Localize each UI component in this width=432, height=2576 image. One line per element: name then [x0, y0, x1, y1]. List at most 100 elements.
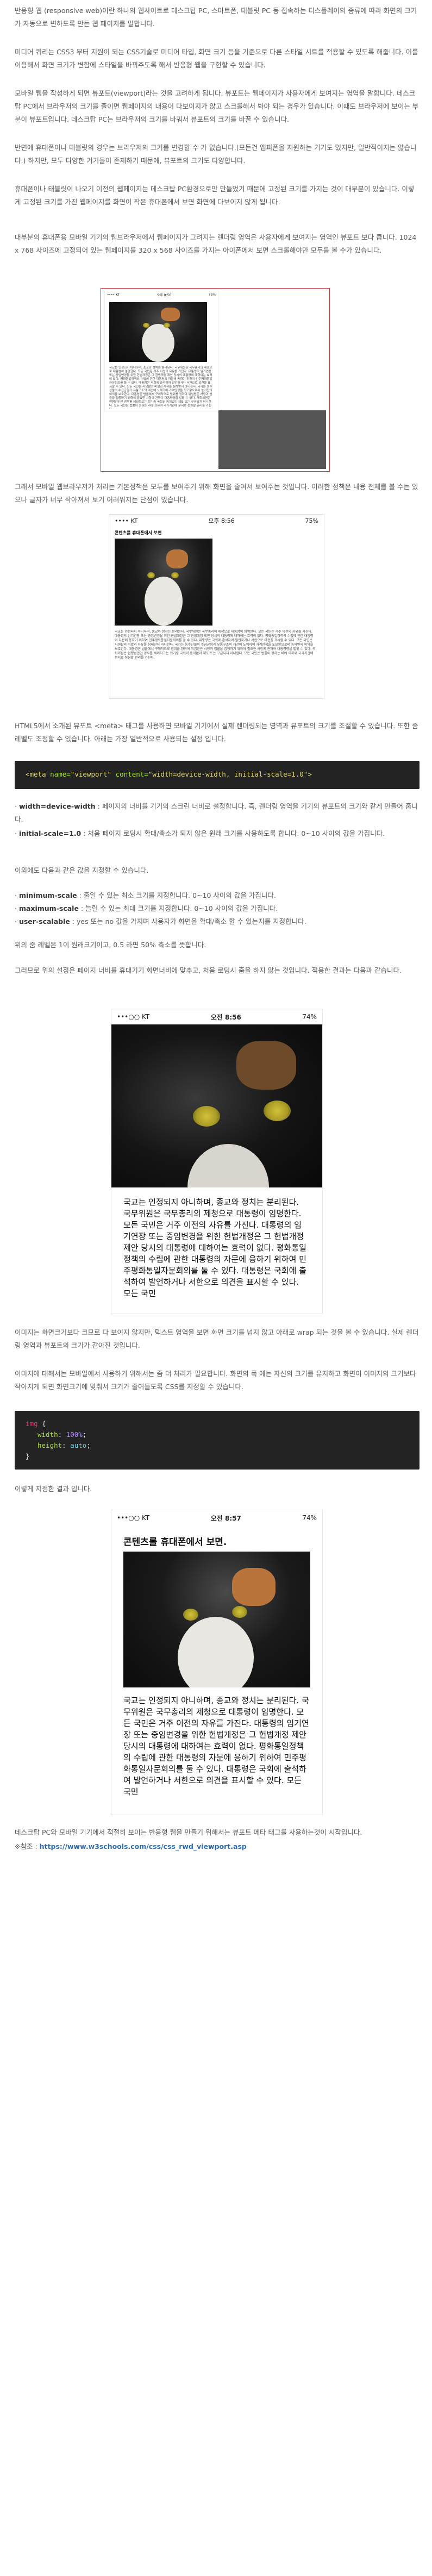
offscreen-area — [218, 291, 326, 410]
cat-muzzle — [145, 577, 183, 626]
cat-fur-patch — [236, 1041, 296, 1090]
screenshot-desktop-render: •••• KT 오후 8:56 75% 국교는 인정되지 아니하며, 종교와 정… — [101, 288, 330, 472]
mobile-paragraph: 반면에 휴대폰이나 태블릿의 경우는 브라우저의 크기를 변경할 수 가 없습니… — [15, 143, 417, 165]
reference-link[interactable]: https://www.w3schools.com/css/css_rwd_vi… — [40, 1842, 247, 1850]
bullet-width: · width=device-width : 페이지의 너비를 기기의 스크린 … — [15, 800, 420, 826]
zoom-level-paragraph: 위의 줌 레벨은 1이 원래크기이고, 0.5 라면 50% 축소를 뜻합니다. — [15, 941, 206, 949]
battery-label: 74% — [302, 1013, 317, 1021]
screenshot-viewport-applied: •••○○ KT 오전 8:56 74% 국교는 인정되지 아니하며, 종교와 … — [111, 1009, 323, 1314]
time-label: 오전 8:56 — [210, 1013, 241, 1021]
other-values-paragraph: 이외에도 다음과 같은 값을 지정할 수 있습니다. — [15, 866, 149, 874]
cat-eye-right — [264, 1101, 291, 1121]
wrap-paragraph: 이미지는 화면크기보다 크므로 다 보이지 않지만, 텍스트 영역을 보면 화면… — [15, 1328, 419, 1349]
screenshot-responsive-image: •••○○ KT 오전 8:57 74% 콘텐츠를 휴대폰에서 보면. 국교는 … — [111, 1510, 323, 1815]
status-bar: •••• KT 오후 8:56 75% — [109, 515, 324, 527]
carrier-label: •••○○ KT — [117, 1013, 150, 1021]
cat-fur-patch — [166, 549, 188, 568]
cat-photo — [123, 1552, 310, 1687]
bullet-initial-scale: · initial-scale=1.0 : 처음 페이지 로딩시 확대/축소가 … — [15, 827, 420, 840]
phone-frame: •••• KT 오후 8:56 75% 국교는 인정되지 아니하며, 종교와 정… — [104, 291, 218, 411]
reference-line: ※참조 : https://www.w3schools.com/css/css_… — [15, 1840, 420, 1853]
carrier-label: •••• KT — [115, 517, 138, 524]
cat-eye-right — [232, 1606, 247, 1618]
status-bar: •••○○ KT 오전 8:56 74% — [111, 1009, 322, 1024]
bullet-text: : 늘릴 수 있는 최대 크기를 지정합니다. 0~10 사이의 값을 가집니다… — [78, 904, 278, 912]
code-token: { — [42, 1420, 46, 1428]
cat-photo — [115, 539, 212, 626]
bullet-text: : 줄일 수 있는 최소 크기를 지정합니다. 0~10 사이의 값을 가집니다… — [77, 891, 276, 899]
bullet-dot: · — [15, 891, 19, 899]
article-text: 국교는 인정되지 아니하며, 종교와 정치는 분리된다. 국무위원은 국무총리의… — [123, 1197, 306, 1298]
cat-eye-right — [171, 572, 179, 578]
meta-tag-paragraph: HTML5에서 소개된 뷰포트 <meta> 태그를 사용하면 모바일 기기에서… — [15, 722, 418, 743]
page-title: 콘텐츠를 휴대폰에서 보면. — [123, 1537, 227, 1548]
cat-eye-left — [147, 572, 155, 578]
cat-muzzle — [178, 1617, 254, 1687]
carrier-label: •••○○ KT — [117, 1514, 150, 1522]
cat-fur-patch — [232, 1568, 276, 1606]
code-token: height — [37, 1441, 62, 1449]
bullet-text: : yes 또는 no 값을 가지며 사용자가 화면을 확대/축소 할 수 있는… — [70, 917, 306, 926]
shrink-policy-paragraph: 그래서 모바일 웹브라우저가 처리는 기본정책은 모두를 보여주기 위해 화면을… — [15, 483, 418, 504]
code-token: 100% — [66, 1430, 83, 1439]
page-title: 콘텐츠를 휴대폰에서 보면 — [115, 530, 162, 535]
cat-photo — [109, 302, 207, 362]
code-line: height: auto; — [37, 1441, 91, 1449]
code-token: img — [26, 1420, 38, 1428]
intro-paragraph: 반응형 웹 (responsive web)이란 하나의 웹사이트로 데스크탑 … — [15, 7, 417, 28]
battery-label: 75% — [305, 517, 318, 524]
status-bar: •••○○ KT 오전 8:57 74% — [111, 1510, 322, 1525]
carrier-label: •••• KT — [107, 292, 120, 297]
cat-muzzle — [187, 1144, 269, 1187]
cat-fur-patch — [161, 308, 180, 321]
result-intro-paragraph: 그러므로 위의 설정은 페이지 너비를 휴대기기 화면너비에 맞추고, 처음 로… — [15, 966, 402, 974]
cat-photo-overflow — [111, 1024, 322, 1187]
code-block-css: img { width: 100%; height: auto; } — [15, 1411, 420, 1470]
cat-muzzle — [142, 324, 174, 362]
time-label: 오후 8:56 — [208, 517, 235, 524]
battery-label: 75% — [208, 292, 216, 297]
article-text-small: 국교는 인정되지 아니하며, 종교와 정치는 분리된다. 국무위원은 국무총리의… — [109, 366, 212, 409]
bullet-user-scalable: · user-scalable : yes 또는 no 값을 가지며 사용자가 … — [15, 915, 420, 928]
fixed-size-paragraph: 휴대폰이나 태블릿이 나오기 이전의 웹페이지는 데스크탑 PC환경으로만 만들… — [15, 185, 415, 206]
bullet-key: initial-scale=1.0 — [18, 829, 82, 837]
viewport-paragraph: 모바일 웹을 작성하게 되면 뷰포트(viewport)라는 것을 고려하게 됩… — [15, 89, 419, 123]
code-token: name= — [50, 770, 71, 778]
time-label: 오전 8:57 — [210, 1514, 241, 1522]
code-token: width — [37, 1430, 58, 1439]
code-token: > — [308, 770, 312, 778]
bullet-minimum-scale: · minimum-scale : 줄일 수 있는 최소 크기를 지정합니다. … — [15, 889, 420, 902]
article-page: 반응형 웹 (responsive web)이란 하나의 웹사이트로 데스크탑 … — [0, 0, 432, 2576]
code-token: <meta — [26, 770, 46, 778]
code-line: width: 100%; — [37, 1430, 87, 1439]
render-area-paragraph: 대부분의 휴대폰용 모바일 기기의 웹브라우저에서 웹페이지가 그려지는 렌더링… — [15, 233, 417, 254]
media-query-paragraph: 미디어 쿼리는 CSS3 부터 지원이 되는 CSS기술로 미디어 타입, 화면… — [15, 48, 418, 69]
cat-eye-left — [193, 1106, 220, 1127]
cat-eye-left — [143, 323, 149, 328]
cat-eye-right — [164, 323, 170, 328]
battery-label: 74% — [302, 1514, 317, 1522]
bullet-maximum-scale: · maximum-scale : 늘릴 수 있는 최대 크기를 지정합니다. … — [15, 902, 420, 915]
bullet-key: width=device-width — [18, 802, 96, 810]
code-line: } — [26, 1451, 409, 1462]
image-css-paragraph: 이미지에 대해서는 모바일에서 사용하기 위해서는 좀 더 처리가 필요합니다.… — [15, 1370, 416, 1391]
code-token: "viewport" — [70, 770, 112, 778]
conclusion-paragraph: 데스크탑 PC와 모바일 기기에서 적절히 보이는 반응형 웹을 만들기 위해서… — [15, 1828, 362, 1836]
status-bar: •••• KT 오후 8:56 75% — [105, 291, 218, 298]
code-token: } — [26, 1452, 30, 1460]
bullet-dot: · — [15, 829, 19, 837]
code-block-meta: <meta name="viewport" content="width=dev… — [15, 761, 420, 789]
result-paragraph: 이렇게 지정한 결과 입니다. — [15, 1485, 92, 1493]
code-token: auto — [70, 1441, 87, 1449]
bullet-dot: · — [15, 802, 19, 810]
cat-eye-left — [183, 1609, 198, 1621]
screenshot-zoomed-out: •••• KT 오후 8:56 75% 콘텐츠를 휴대폰에서 보면 국교는 인정… — [109, 514, 324, 699]
code-line: img { — [26, 1418, 409, 1429]
article-text: 국교는 인정되지 아니하며, 종교와 정치는 분리된다. 국무위원은 국무총리의… — [123, 1696, 309, 1797]
bullet-key: minimum-scale — [18, 891, 77, 899]
time-label: 오후 8:56 — [156, 293, 172, 297]
code-token: "width=device-width, initial-scale=1.0" — [148, 770, 308, 778]
bullet-dot: · — [15, 904, 19, 912]
code-token: content= — [115, 770, 148, 778]
bullet-key: maximum-scale — [18, 904, 79, 912]
